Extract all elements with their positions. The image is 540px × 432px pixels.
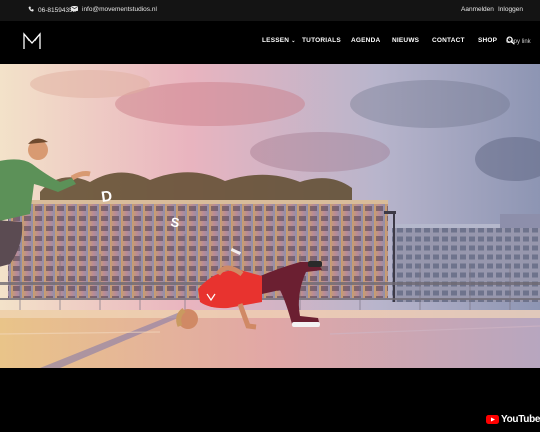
phone-icon [28, 6, 34, 14]
nav-lessen[interactable]: LESSEN ⌄ [262, 37, 296, 44]
hero-video[interactable]: D S [0, 64, 540, 368]
login-link[interactable]: Inloggen [498, 6, 523, 13]
nav-contact[interactable]: CONTACT [432, 37, 465, 44]
youtube-label: YouTube [501, 414, 540, 425]
youtube-badge[interactable]: YouTube [486, 414, 540, 425]
nav-tutorials[interactable]: TUTORIALS [302, 37, 341, 44]
nav-lessen-label: LESSEN [262, 37, 290, 44]
phone-contact[interactable]: 06-81594352 [28, 6, 76, 14]
video-frame: D S [0, 64, 540, 368]
main-navigation: Copy link LESSEN ⌄ TUTORIALS AGENDA NIEUW… [0, 21, 540, 64]
search-icon[interactable] [506, 36, 515, 45]
chevron-down-icon: ⌄ [291, 38, 296, 44]
nav-shop[interactable]: SHOP [478, 37, 497, 44]
envelope-icon [71, 6, 78, 13]
register-link[interactable]: Aanmelden [461, 6, 494, 13]
email-contact[interactable]: info@movementstudios.nl [71, 6, 157, 13]
movement-studios-logo[interactable] [22, 31, 42, 51]
email-address: info@movementstudios.nl [82, 6, 157, 13]
youtube-play-icon [486, 415, 499, 424]
nav-agenda[interactable]: AGENDA [351, 37, 380, 44]
nav-nieuws[interactable]: NIEUWS [392, 37, 419, 44]
top-contact-bar: 06-81594352 info@movementstudios.nl Aanm… [0, 0, 540, 21]
